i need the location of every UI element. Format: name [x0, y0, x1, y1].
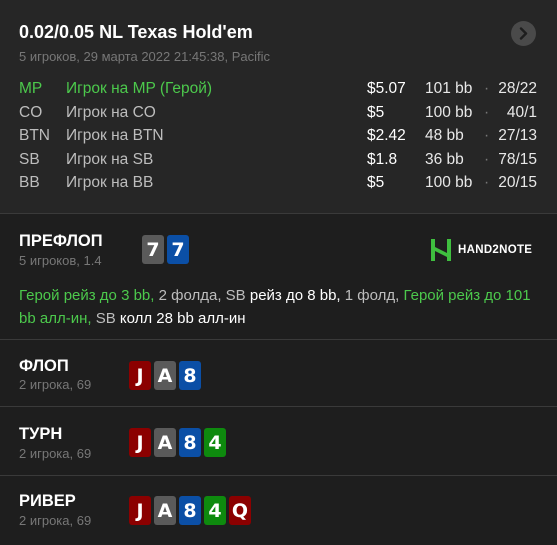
card: 4 — [204, 428, 226, 457]
player-position: BB — [19, 174, 40, 191]
action-opponent: колл 28 bb алл-ин — [119, 310, 246, 327]
players-list: MP Игрок на MP (Герой) $5.07 101 bb · 28… — [0, 80, 557, 198]
card: J — [129, 361, 151, 390]
separator-dot: · — [484, 103, 490, 121]
action-opponent: рейз до 8 bb, — [249, 287, 341, 304]
board-cards-river: J A 8 4 Q — [129, 496, 251, 525]
card: 8 — [179, 361, 201, 390]
player-stack: $5 — [367, 103, 385, 121]
separator-dot: · — [484, 150, 490, 168]
hand-subtitle: 5 игроков, 29 марта 2022 21:45:38, Pacif… — [19, 49, 270, 64]
player-stack: $5.07 — [367, 80, 406, 97]
card: 7 — [167, 235, 189, 264]
card: 7 — [142, 235, 164, 264]
card: 8 — [179, 428, 201, 457]
board-cards-flop: J A 8 — [129, 361, 201, 390]
street-info-turn: 2 игрока, 69 — [19, 446, 92, 461]
brand-name: HAND2NOTE — [458, 244, 533, 256]
hand-header: 0.02/0.05 NL Texas Hold'em 5 игроков, 29… — [0, 0, 557, 213]
card: A — [154, 361, 176, 390]
separator-dot: · — [484, 174, 490, 191]
player-stats: 40/1 — [506, 103, 537, 121]
player-name: Игрок на BTN — [66, 127, 164, 144]
street-title-river: РИВЕР — [19, 492, 76, 510]
action-player: SB — [225, 287, 246, 304]
chevron-right-icon — [519, 27, 528, 40]
street-title-preflop: ПРЕФЛОП — [19, 232, 103, 250]
player-position: MP — [19, 80, 43, 97]
player-stats: 20/15 — [498, 174, 537, 191]
player-name: Игрок на MP (Герой) — [66, 80, 213, 97]
player-position: BTN — [19, 127, 50, 144]
player-name: Игрок на CO — [66, 103, 156, 121]
player-row-co[interactable]: CO Игрок на CO $5 100 bb · 40/1 — [0, 104, 557, 128]
action-hero: Герой рейз до 3 bb, — [19, 287, 155, 304]
street-info-flop: 2 игрока, 69 — [19, 377, 92, 392]
board-cards-turn: J A 8 4 — [129, 428, 226, 457]
preflop-actions: Герой рейз до 3 bb, 2 фолда, SB рейз до … — [19, 284, 544, 330]
player-stack-bb: 36 bb — [425, 150, 464, 168]
separator-dot: · — [484, 127, 490, 144]
player-stack: $2.42 — [367, 127, 406, 144]
street-flop — [0, 339, 557, 407]
action-player: SB — [95, 310, 116, 327]
street-info-preflop: 5 игроков, 1.4 — [19, 253, 102, 268]
separator-dot: · — [484, 80, 490, 97]
street-info-river: 2 игрока, 69 — [19, 513, 92, 528]
player-position: CO — [19, 103, 43, 121]
card: 8 — [179, 496, 201, 525]
street-title-flop: ФЛОП — [19, 357, 69, 375]
hand2note-brand: HAND2NOTE — [430, 238, 532, 262]
player-row-mp[interactable]: MP Игрок на MP (Герой) $5.07 101 bb · 28… — [0, 80, 557, 104]
hole-cards: 7 7 — [142, 235, 189, 264]
card: J — [129, 496, 151, 525]
card: A — [154, 496, 176, 525]
player-position: SB — [19, 150, 40, 168]
action-folds: 1 фолд, — [344, 287, 400, 304]
player-stats: 27/13 — [498, 127, 537, 144]
action-folds: 2 фолда, — [158, 287, 222, 304]
player-stats: 28/22 — [498, 80, 537, 97]
player-stats: 78/15 — [498, 150, 537, 168]
street-title-turn: ТУРН — [19, 425, 63, 443]
card: J — [129, 428, 151, 457]
hand2note-logo-icon — [431, 239, 451, 261]
player-stack-bb: 100 bb — [425, 174, 473, 191]
street-river — [0, 475, 557, 545]
hand-title: 0.02/0.05 NL Texas Hold'em — [19, 22, 253, 42]
player-stack: $5 — [367, 174, 385, 191]
card: Q — [229, 496, 251, 525]
hand-history-panel: 0.02/0.05 NL Texas Hold'em 5 игроков, 29… — [0, 0, 557, 544]
player-row-btn[interactable]: BTN Игрок на BTN $2.42 48 bb · 27/13 — [0, 127, 557, 151]
card: 4 — [204, 496, 226, 525]
player-stack-bb: 100 bb — [425, 103, 473, 121]
player-row-sb[interactable]: SB Игрок на SB $1.8 36 bb · 78/15 — [0, 151, 557, 175]
street-turn — [0, 406, 557, 476]
player-stack-bb: 48 bb — [425, 127, 464, 144]
card: A — [154, 428, 176, 457]
player-stack-bb: 101 bb — [425, 80, 473, 97]
player-row-bb[interactable]: BB Игрок на BB $5 100 bb · 20/15 — [0, 174, 557, 198]
player-name: Игрок на SB — [66, 150, 154, 168]
next-hand-button[interactable] — [511, 21, 536, 46]
player-stack: $1.8 — [367, 150, 398, 168]
player-name: Игрок на BB — [66, 174, 154, 191]
